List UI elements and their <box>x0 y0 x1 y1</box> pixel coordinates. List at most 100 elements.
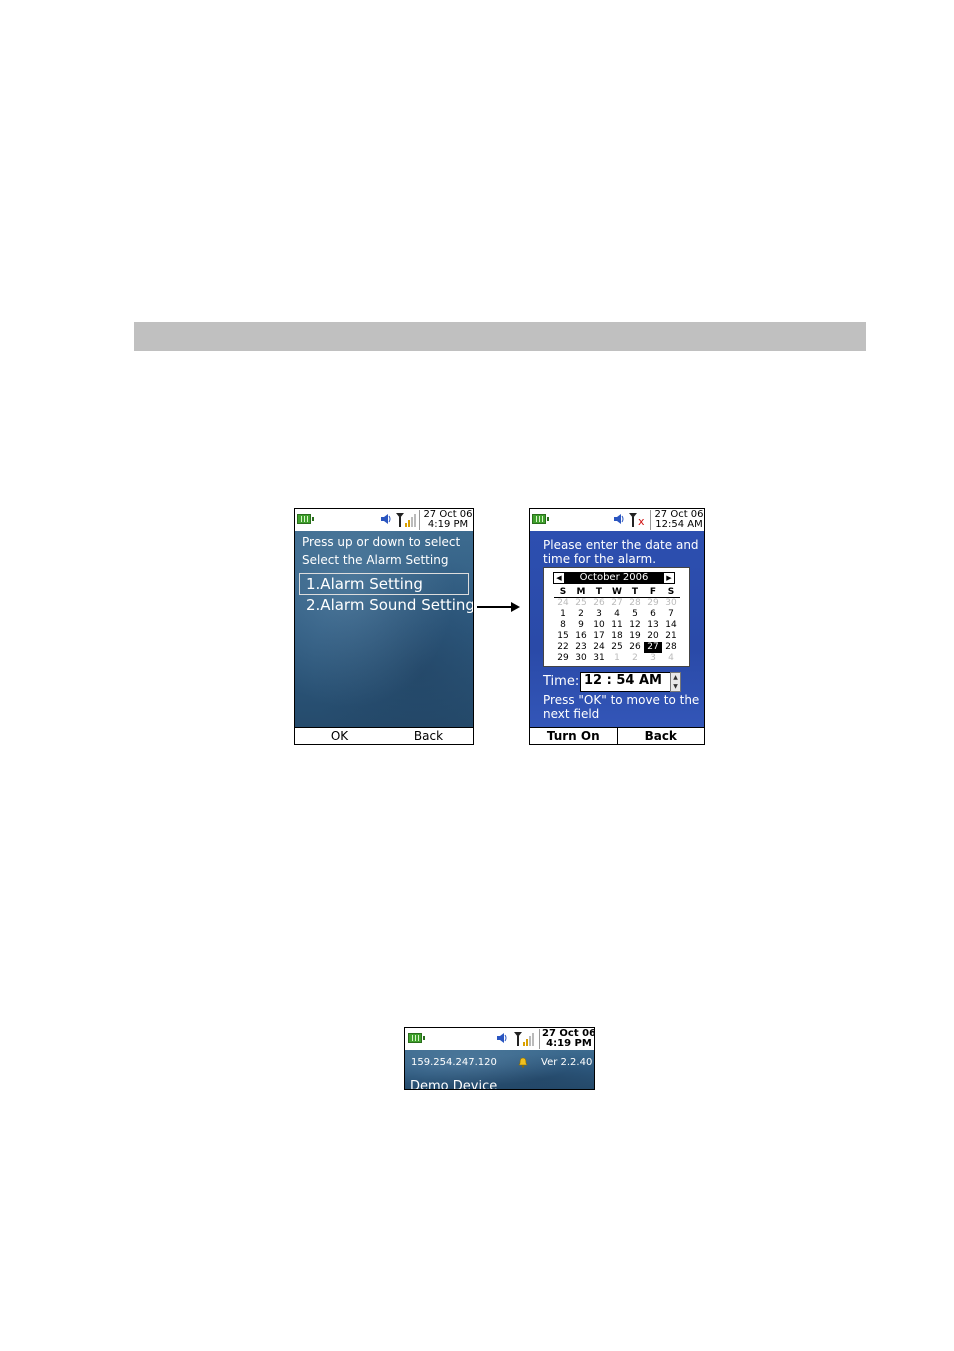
calendar-day[interactable]: 19 <box>626 631 644 642</box>
softkey-bar: Turn On Back <box>530 727 704 744</box>
calendar-day[interactable]: 3 <box>590 609 608 620</box>
calendar-day[interactable]: 22 <box>554 642 572 653</box>
calendar-day[interactable]: 14 <box>662 620 680 631</box>
calendar-day[interactable]: 4 <box>608 609 626 620</box>
weekday-label: M <box>572 587 590 598</box>
calendar-day-outside-month[interactable]: 25 <box>572 598 590 609</box>
no-signal-x-icon: x <box>638 515 645 528</box>
calendar-day-outside-month[interactable]: 3 <box>644 653 662 664</box>
menu-item-alarm-setting[interactable]: 1.Alarm Setting <box>299 573 469 595</box>
calendar-day-outside-month[interactable]: 27 <box>608 598 626 609</box>
calendar-day-outside-month[interactable]: 4 <box>662 653 680 664</box>
weekday-label: F <box>644 587 662 598</box>
status-time: 4:19 PM <box>546 1038 592 1049</box>
calendar-day[interactable]: 2 <box>572 609 590 620</box>
signal-bars-icon <box>405 514 416 527</box>
calendar-day[interactable]: 26 <box>626 642 644 653</box>
calendar-day[interactable]: 1 <box>554 609 572 620</box>
prev-month-icon[interactable]: ◀ <box>553 572 565 584</box>
calendar-day[interactable]: 28 <box>662 642 680 653</box>
calendar-day[interactable]: 13 <box>644 620 662 631</box>
calendar-day[interactable]: 9 <box>572 620 590 631</box>
calendar-day[interactable]: 5 <box>626 609 644 620</box>
battery-icon <box>532 514 549 524</box>
softkey-turn-on[interactable]: Turn On <box>530 728 617 744</box>
weekday-label: T <box>626 587 644 598</box>
calendar-week-row: 24 25 26 27 28 29 30 <box>554 598 680 609</box>
softkey-back[interactable]: Back <box>384 728 473 744</box>
weekday-label: T <box>590 587 608 598</box>
prompt-line-1: Please enter the date and <box>543 538 699 552</box>
calendar-day[interactable]: 15 <box>554 631 572 642</box>
calendar-header: ◀ October 2006 ▶ <box>553 572 675 584</box>
softkey-bar: OK Back <box>295 727 473 744</box>
antenna-icon <box>629 513 637 527</box>
speaker-icon <box>497 1033 507 1043</box>
instruction-line-1: Press up or down to select <box>302 535 461 549</box>
calendar-day-outside-month[interactable]: 29 <box>644 598 662 609</box>
status-bar: 27 Oct 06 4:19 PM <box>405 1028 594 1050</box>
calendar-day[interactable]: 12 <box>626 620 644 631</box>
calendar-day[interactable]: 17 <box>590 631 608 642</box>
softkey-back[interactable]: Back <box>616 728 705 744</box>
calendar-day-outside-month[interactable]: 26 <box>590 598 608 609</box>
status-datetime: 27 Oct 06 12:54 AM <box>650 510 704 530</box>
time-spinner[interactable]: ▲ ▼ <box>670 672 681 692</box>
calendar-day-outside-month[interactable]: 28 <box>626 598 644 609</box>
phone-screen-home-snippet: 27 Oct 06 4:19 PM 159.254.247.120 Ver 2.… <box>404 1027 595 1090</box>
calendar-day[interactable]: 8 <box>554 620 572 631</box>
calendar-week-row: 29 30 31 1 2 3 4 <box>554 653 680 664</box>
time-input[interactable]: 12 : 54 AM <box>580 672 676 692</box>
calendar-day[interactable]: 21 <box>662 631 680 642</box>
calendar-day-outside-month[interactable]: 1 <box>608 653 626 664</box>
instruction-line-2: Select the Alarm Setting <box>302 553 449 567</box>
arrow-right-icon <box>477 606 513 608</box>
status-bar: 27 Oct 06 4:19 PM <box>295 509 473 531</box>
screen-body: 159.254.247.120 Ver 2.2.40 Demo Device <box>405 1050 594 1089</box>
calendar-day[interactable]: 20 <box>644 631 662 642</box>
softkey-ok[interactable]: OK <box>295 728 384 744</box>
calendar-day-selected[interactable]: 27 <box>644 642 662 653</box>
section-header-bar <box>134 322 866 351</box>
status-datetime: 27 Oct 06 4:19 PM <box>419 510 473 530</box>
hint-line-1: Press "OK" to move to the <box>543 693 700 707</box>
calendar-day[interactable]: 30 <box>572 653 590 664</box>
weekday-label: W <box>608 587 626 598</box>
status-time: 4:19 PM <box>427 519 469 530</box>
arrow-head-icon <box>511 602 520 612</box>
speaker-icon <box>614 514 624 524</box>
calendar-day[interactable]: 11 <box>608 620 626 631</box>
status-bar: x 27 Oct 06 12:54 AM <box>530 509 704 531</box>
menu-item-alarm-sound-setting[interactable]: 2.Alarm Sound Setting <box>299 595 473 615</box>
weekday-label: S <box>554 587 572 598</box>
next-month-icon[interactable]: ▶ <box>663 572 675 584</box>
calendar-day[interactable]: 24 <box>590 642 608 653</box>
screen-body: Press up or down to select Select the Al… <box>295 531 473 728</box>
calendar-day-outside-month[interactable]: 24 <box>554 598 572 609</box>
calendar-day[interactable]: 31 <box>590 653 608 664</box>
calendar-week-row: 1234567 <box>554 609 680 620</box>
calendar-widget: ◀ October 2006 ▶ S M T W T F S 24 25 26 27 28 29 30 1 2… <box>543 567 690 667</box>
calendar-day[interactable]: 6 <box>644 609 662 620</box>
screen-body: Please enter the date and time for the a… <box>530 531 704 728</box>
time-label: Time: <box>543 674 580 689</box>
status-datetime: 27 Oct 06 4:19 PM <box>539 1029 594 1049</box>
calendar-day[interactable]: 23 <box>572 642 590 653</box>
calendar-day[interactable]: 25 <box>608 642 626 653</box>
ip-address: 159.254.247.120 <box>411 1057 497 1068</box>
calendar-day[interactable]: 16 <box>572 631 590 642</box>
signal-bars-icon <box>523 1033 534 1046</box>
calendar-grid: S M T W T F S 24 25 26 27 28 29 30 1 2 3 4 5 6 7 8 9 10 11 12 13 14… <box>554 587 680 664</box>
calendar-day[interactable]: 29 <box>554 653 572 664</box>
antenna-icon <box>514 1032 522 1046</box>
battery-icon <box>408 1033 425 1043</box>
calendar-day[interactable]: 7 <box>662 609 680 620</box>
alarm-bell-icon <box>518 1057 528 1068</box>
weekday-label: S <box>662 587 680 598</box>
calendar-day-outside-month[interactable]: 2 <box>626 653 644 664</box>
phone-screen-alarm-datetime: x 27 Oct 06 12:54 AM Please enter the da… <box>529 508 705 745</box>
calendar-day[interactable]: 10 <box>590 620 608 631</box>
speaker-icon <box>381 514 391 524</box>
calendar-day[interactable]: 18 <box>608 631 626 642</box>
calendar-day-outside-month[interactable]: 30 <box>662 598 680 609</box>
